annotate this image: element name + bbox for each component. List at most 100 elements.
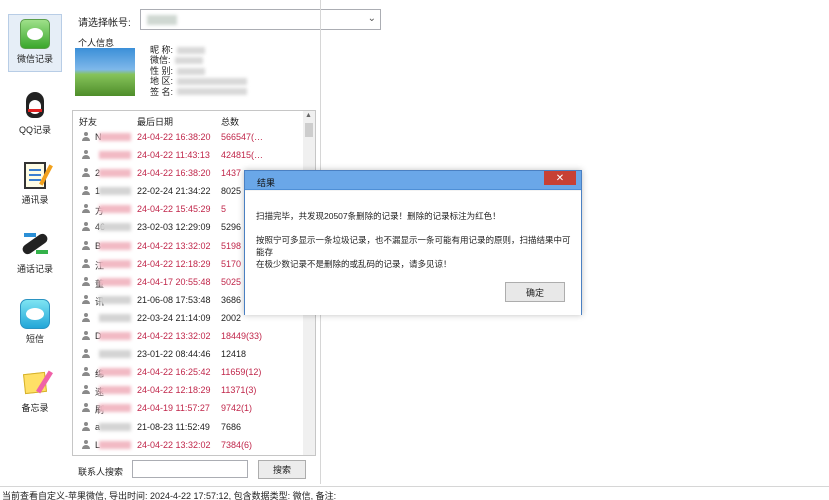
dialog-title: 结果 [257,178,276,188]
nav-label: 通讯录 [21,195,49,205]
header-friend[interactable]: 好友 [79,115,97,128]
friend-name-redacted [99,422,131,431]
person-icon [81,439,91,450]
table-row[interactable]: 22-10-25 14:10:027215 [73,454,305,455]
dialog-note-line1: 按照宁可多显示一条垃圾记录，也不漏显示一条可能有用记录的原则，扫描结果中可能存 [256,235,571,257]
sms-icon [20,299,50,329]
last-date: 23-02-03 12:29:09 [137,222,211,233]
last-date: 21-08-23 11:52:49 [137,421,210,432]
status-bar: 当前查看自定义-苹果微信, 导出时间: 2024-4-22 17:57:12, … [0,486,829,500]
last-date: 24-04-22 13:32:02 [137,331,211,342]
nav-memo[interactable]: 备忘录 [8,364,62,414]
friend-name-redacted [99,259,131,268]
total-count: 11371(3) [221,385,257,396]
total-count: 12418 [221,349,247,360]
table-row[interactable]: 23-01-22 08:44:46 12418 [73,345,305,363]
friend-name-redacted [99,350,131,359]
scrollbar-thumb[interactable] [305,123,313,137]
last-date: 23-01-22 08:44:46 [137,349,211,360]
friend-name-redacted [99,151,131,160]
total-count: 5198 [221,240,242,251]
total-count: 1437 [221,168,242,179]
total-count: 2002 [221,312,242,323]
friend-name-redacted [99,404,131,413]
nav-label: 微信记录 [16,54,53,64]
chevron-down-icon: ⌄ [367,13,376,24]
last-date: 22-02-24 21:34:22 [137,186,211,197]
last-date: 24-04-22 15:45:29 [137,204,211,215]
nav-sms[interactable]: 短信 [8,295,62,345]
total-count: 3686 [221,294,242,305]
profile-fields: 昵 称: 微信: 性 别: 地 区: 签 名: [150,45,248,97]
person-icon [81,222,91,232]
friend-name-redacted [99,440,131,449]
table-row[interactable]: D24-04-22 13:32:0218449(33) [73,327,305,345]
last-date: 24-04-22 16:38:20 [137,168,211,179]
nav-label: 短信 [25,334,44,344]
friend-name-redacted [99,386,131,395]
dialog-message: 扫描完毕，共发现20507条删除的记录！删除的记录标注为红色！ [256,211,501,221]
table-row[interactable]: L 24-04-22 13:32:02 7384(6) [73,436,305,454]
friend-name-redacted [99,169,131,178]
profile-wechat-id: 微信: [150,55,247,65]
search-button[interactable]: 搜索 [258,460,306,479]
total-count: 7686 [221,421,242,432]
result-dialog: 结果 ✕ 扫描完毕，共发现20507条删除的记录！删除的记录标注为红色！ 按照宁… [244,170,582,315]
nav-qq-records[interactable]: QQ记录 [8,86,62,136]
total-count: 18449(33) [221,331,263,342]
header-last-date[interactable]: 最后日期 [137,115,173,128]
scroll-up-arrow-icon[interactable]: ▲ [305,112,312,119]
close-button[interactable]: ✕ [544,171,576,185]
table-row[interactable]: 24-04-22 11:43:13 424815(… [73,146,305,164]
last-date: 24-04-22 12:18:29 [137,385,211,396]
total-count: 5025 [221,276,242,287]
last-date: 24-04-22 11:43:13 [137,150,210,161]
friend-name-redacted [99,241,131,250]
person-icon [81,385,91,395]
wechat-icon [20,19,50,49]
table-row[interactable]: 速24-04-22 12:18:2911371(3) [73,381,305,399]
avatar [75,48,135,96]
friend-name-redacted [99,133,131,141]
last-date: 24-04-22 12:18:29 [137,258,211,269]
friend-name-redacted [99,277,131,286]
qq-icon [20,90,50,120]
table-row[interactable]: N24-04-22 16:38:20566547(… [73,128,305,146]
person-icon [81,403,91,413]
list-header: 好友 最后日期 总数 [73,111,305,127]
nav-label: QQ记录 [18,125,51,135]
friend-name-redacted [99,313,131,322]
nav-wechat-records[interactable]: 微信记录 [8,14,62,72]
person-icon [81,312,91,323]
person-icon [81,258,91,269]
nav-label: 通话记录 [16,264,53,274]
total-count: 5170 [221,258,242,269]
total-count: 5 [221,204,227,215]
contacts-book-icon [20,160,53,190]
contact-search-label: 联系人搜索 [78,467,124,477]
dialog-titlebar: 结果 ✕ [245,171,581,190]
person-icon [81,150,91,160]
dialog-note: 按照宁可多显示一条垃圾记录，也不漏显示一条可能有用记录的原则，扫描结果中可能存 … [256,234,576,270]
last-date: 24-04-22 16:38:20 [137,132,211,142]
profile-signature: 签 名: [150,87,248,97]
nav-call-records[interactable]: 通话记录 [8,225,62,275]
header-total[interactable]: 总数 [221,115,239,128]
contact-search-input[interactable] [132,460,248,478]
last-date: 22-03-24 21:14:09 [137,312,211,323]
table-row[interactable]: 绵24-04-22 16:25:4211659(12) [73,363,305,381]
total-count: 8025 [221,186,242,197]
total-count: 566547(… [221,132,264,142]
nav-label: 备忘录 [21,403,49,413]
profile-region: 地 区: [150,76,248,86]
person-icon [81,186,91,196]
left-nav: 微信记录 QQ记录 通讯录 通话记录 短信 备忘录 [0,0,70,484]
table-row[interactable]: 刷24-04-19 11:57:279742(1) [73,399,305,417]
person-icon [81,276,91,287]
nav-contacts[interactable]: 通讯录 [8,156,62,206]
ok-button[interactable]: 确定 [505,282,565,302]
last-date: 24-04-19 11:57:27 [137,403,210,414]
account-select[interactable]: ⌄ [140,9,381,30]
person-icon [81,349,91,359]
table-row[interactable]: a 21-08-23 11:52:49 7686 [73,418,305,436]
